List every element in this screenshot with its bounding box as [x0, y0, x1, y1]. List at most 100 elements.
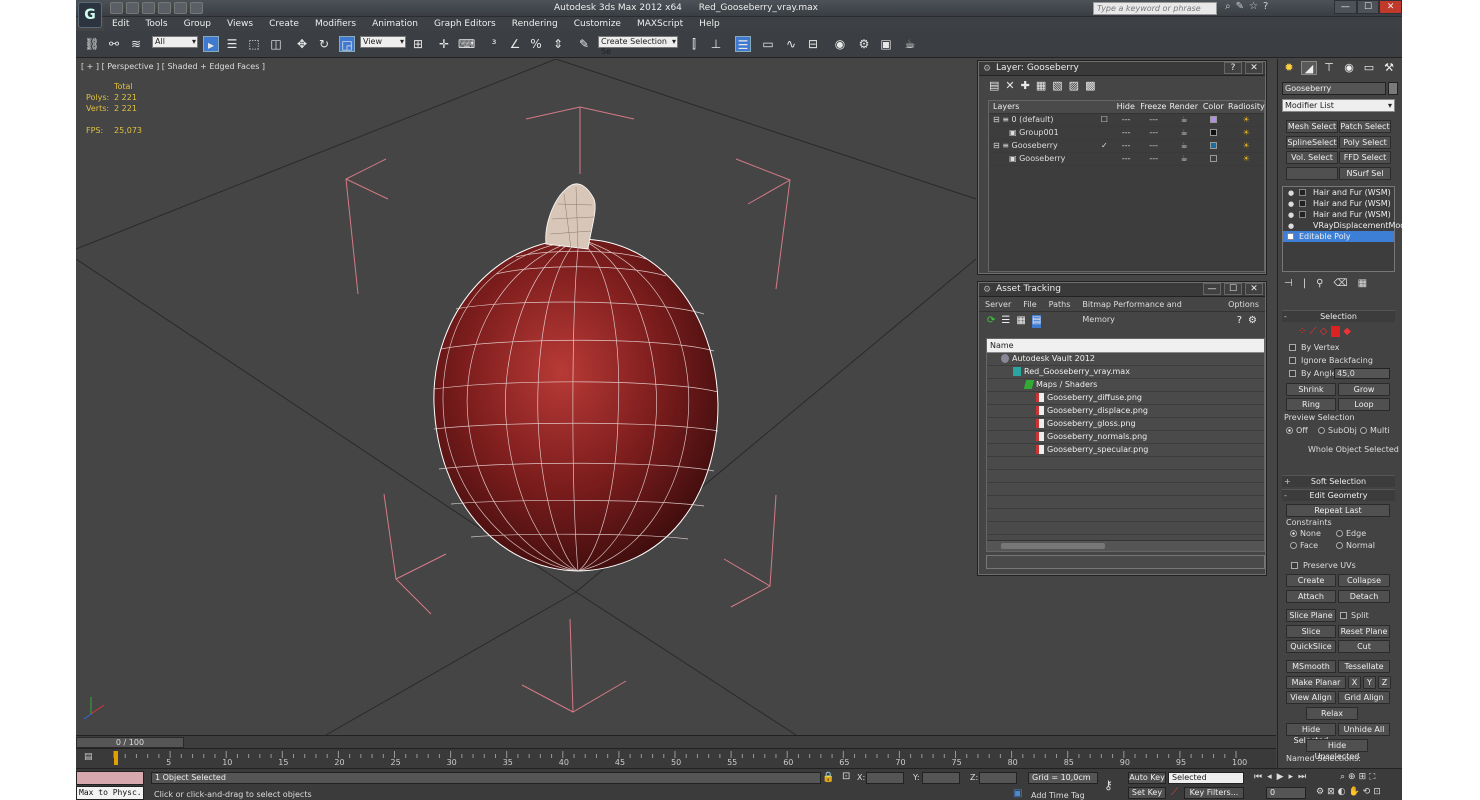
col-radiosity[interactable]: Radiosity [1228, 101, 1265, 113]
radiosity-icon[interactable]: ☀ [1229, 127, 1264, 139]
menu-group[interactable]: Group [176, 17, 219, 31]
select-objects-icon[interactable]: ▦ [1036, 79, 1046, 93]
refresh-icon[interactable]: ⟳ [987, 315, 995, 328]
new-file-icon[interactable] [110, 2, 123, 14]
minimize-button[interactable]: — [1203, 283, 1221, 295]
snaps-toggle-icon[interactable]: ³ [486, 36, 502, 52]
planar-x-button[interactable]: X [1348, 676, 1361, 689]
track-bar[interactable]: ▤ 5 10 15 20 25 30 35 40 45 50 55 60 65 70 75 80 85 90 95 1… [76, 748, 1276, 768]
ring-button[interactable]: Ring [1286, 398, 1336, 411]
key-icon[interactable]: ⚷ [1104, 778, 1113, 792]
app-logo-icon[interactable]: G [78, 2, 102, 28]
rotate-icon[interactable]: ↻ [316, 36, 332, 52]
time-tag-icon[interactable]: ▣ [1013, 788, 1022, 799]
menu-create[interactable]: Create [261, 17, 307, 31]
asset-row[interactable]: Gooseberry_diffuse.png [987, 392, 1264, 405]
current-frame-marker[interactable] [114, 751, 118, 765]
attach-button[interactable]: Attach [1286, 590, 1336, 603]
freeze-toggle[interactable]: --- [1138, 114, 1170, 126]
object-name-field[interactable]: Gooseberry [1282, 82, 1386, 95]
help-icon[interactable]: ? [1263, 1, 1268, 12]
close-button[interactable]: ✕ [1379, 0, 1402, 14]
link-icon[interactable]: ⛓ [84, 36, 100, 52]
thumbnail-view-icon[interactable]: ▦ [1016, 315, 1025, 328]
hide-toggle[interactable]: --- [1114, 140, 1138, 152]
hide-all-icon[interactable]: ▨ [1069, 79, 1079, 93]
ignore-backfacing-checkbox[interactable] [1289, 357, 1296, 364]
menu-edit[interactable]: Edit [104, 17, 137, 31]
angle-spinner[interactable]: 45,0 [1334, 368, 1390, 379]
col-hide[interactable]: Hide [1114, 101, 1138, 113]
make-planar-button[interactable]: Make Planar [1286, 676, 1346, 689]
nsurf-sel-button[interactable]: NSurf Sel [1339, 167, 1391, 180]
menu-modifiers[interactable]: Modifiers [307, 17, 364, 31]
slice-plane-button[interactable]: Slice Plane [1286, 609, 1336, 622]
menu-rendering[interactable]: Rendering [504, 17, 566, 31]
stack-item[interactable]: ● Hair and Fur (WSM) [1283, 198, 1394, 209]
absolute-mode-icon[interactable]: ⊡ [842, 771, 850, 782]
quickslice-button[interactable]: QuickSlice [1286, 640, 1336, 653]
time-slider[interactable]: 0 / 100 [76, 735, 1276, 748]
constraint-face-radio[interactable] [1290, 542, 1297, 549]
reference-coordinate-dropdown[interactable]: View [360, 36, 406, 48]
menu-file[interactable]: File [1017, 297, 1042, 311]
shrink-button[interactable]: Shrink [1286, 383, 1336, 396]
layer-manager-titlebar[interactable]: ⚙ Layer: Gooseberry ? ✕ [979, 62, 1265, 76]
maxscript-listener-pink[interactable] [76, 771, 144, 785]
maximize-button[interactable]: ☐ [1356, 0, 1380, 14]
hide-toggle[interactable]: --- [1114, 114, 1138, 126]
maximize-button[interactable]: ☐ [1224, 283, 1242, 295]
reset-plane-button[interactable]: Reset Plane [1338, 625, 1390, 638]
msmooth-button[interactable]: MSmooth [1286, 660, 1336, 673]
vol-select-button[interactable]: Vol. Select [1286, 151, 1338, 164]
split-checkbox[interactable] [1340, 612, 1347, 619]
expand-icon[interactable] [1299, 211, 1306, 218]
select-by-name-icon[interactable]: ☰ [224, 36, 240, 52]
close-button[interactable]: ✕ [1245, 62, 1263, 74]
highlight-layer-icon[interactable]: ▧ [1052, 79, 1062, 93]
key-mode-dropdown[interactable]: Selected [1168, 772, 1244, 784]
create-tab-icon[interactable]: ✹ [1281, 61, 1297, 75]
render-teapot-icon[interactable]: ☕ [1169, 153, 1199, 165]
rect-selection-icon[interactable]: ⬚ [246, 36, 262, 52]
grow-button[interactable]: Grow [1338, 383, 1390, 396]
asset-row[interactable]: Gooseberry_specular.png [987, 444, 1264, 457]
object-color-swatch[interactable] [1388, 82, 1398, 95]
stack-item[interactable]: ● Hair and Fur (WSM) [1283, 187, 1394, 198]
menu-animation[interactable]: Animation [364, 17, 426, 31]
move-icon[interactable]: ✥ [294, 36, 310, 52]
lock-selection-icon[interactable]: 🔒 [822, 772, 834, 783]
menu-paths[interactable]: Paths [1043, 297, 1077, 311]
percent-snap-icon[interactable]: % [528, 36, 544, 52]
horizontal-scrollbar[interactable] [987, 540, 1264, 551]
hide-toggle[interactable]: --- [1114, 153, 1138, 165]
edit-geometry-rollout-header[interactable]: - Edit Geometry [1282, 489, 1395, 501]
poly-select-button[interactable]: Poly Select [1339, 136, 1391, 149]
pin-stack-icon[interactable]: ⊣ [1284, 278, 1293, 289]
favorites-icon[interactable]: ☆ [1249, 1, 1258, 12]
asset-row[interactable]: Autodesk Vault 2012 [987, 353, 1264, 366]
layer-row[interactable]: ⊟ ≡ 0 (default) ☐ --- --- ☕ ☀ [989, 114, 1264, 127]
by-angle-checkbox[interactable] [1289, 370, 1296, 377]
project-folder-icon[interactable] [190, 2, 203, 14]
col-name[interactable]: Name [987, 339, 1264, 353]
asset-row[interactable]: Maps / Shaders [987, 379, 1264, 392]
show-end-result-icon[interactable]: | [1303, 278, 1306, 289]
stack-item[interactable]: ● Hair and Fur (WSM) [1283, 209, 1394, 220]
render-teapot-icon[interactable]: ☕ [1169, 140, 1199, 152]
add-time-tag[interactable]: Add Time Tag [1031, 791, 1085, 800]
tools-icon[interactable]: ✎ [1236, 1, 1244, 12]
current-layer-toggle[interactable]: ☐ [1095, 114, 1115, 126]
hide-toggle[interactable]: --- [1114, 127, 1138, 139]
selection-filter-dropdown[interactable]: All [152, 36, 198, 48]
hide-unselected-button[interactable]: Hide Unselected [1306, 739, 1368, 761]
col-render[interactable]: Render [1169, 101, 1199, 113]
viewport-label[interactable]: [ + ] [ Perspective ] [ Shaded + Edged F… [81, 62, 265, 71]
menu-views[interactable]: Views [219, 17, 261, 31]
set-key-button[interactable]: Set Key [1128, 787, 1166, 799]
edit-named-selection-icon[interactable]: ✎ [576, 36, 592, 52]
freeze-toggle[interactable]: --- [1138, 127, 1170, 139]
create-button[interactable]: Create [1286, 574, 1336, 587]
z-coordinate-field[interactable] [979, 772, 1017, 784]
pivot-center-icon[interactable]: ⊞ [410, 36, 426, 52]
